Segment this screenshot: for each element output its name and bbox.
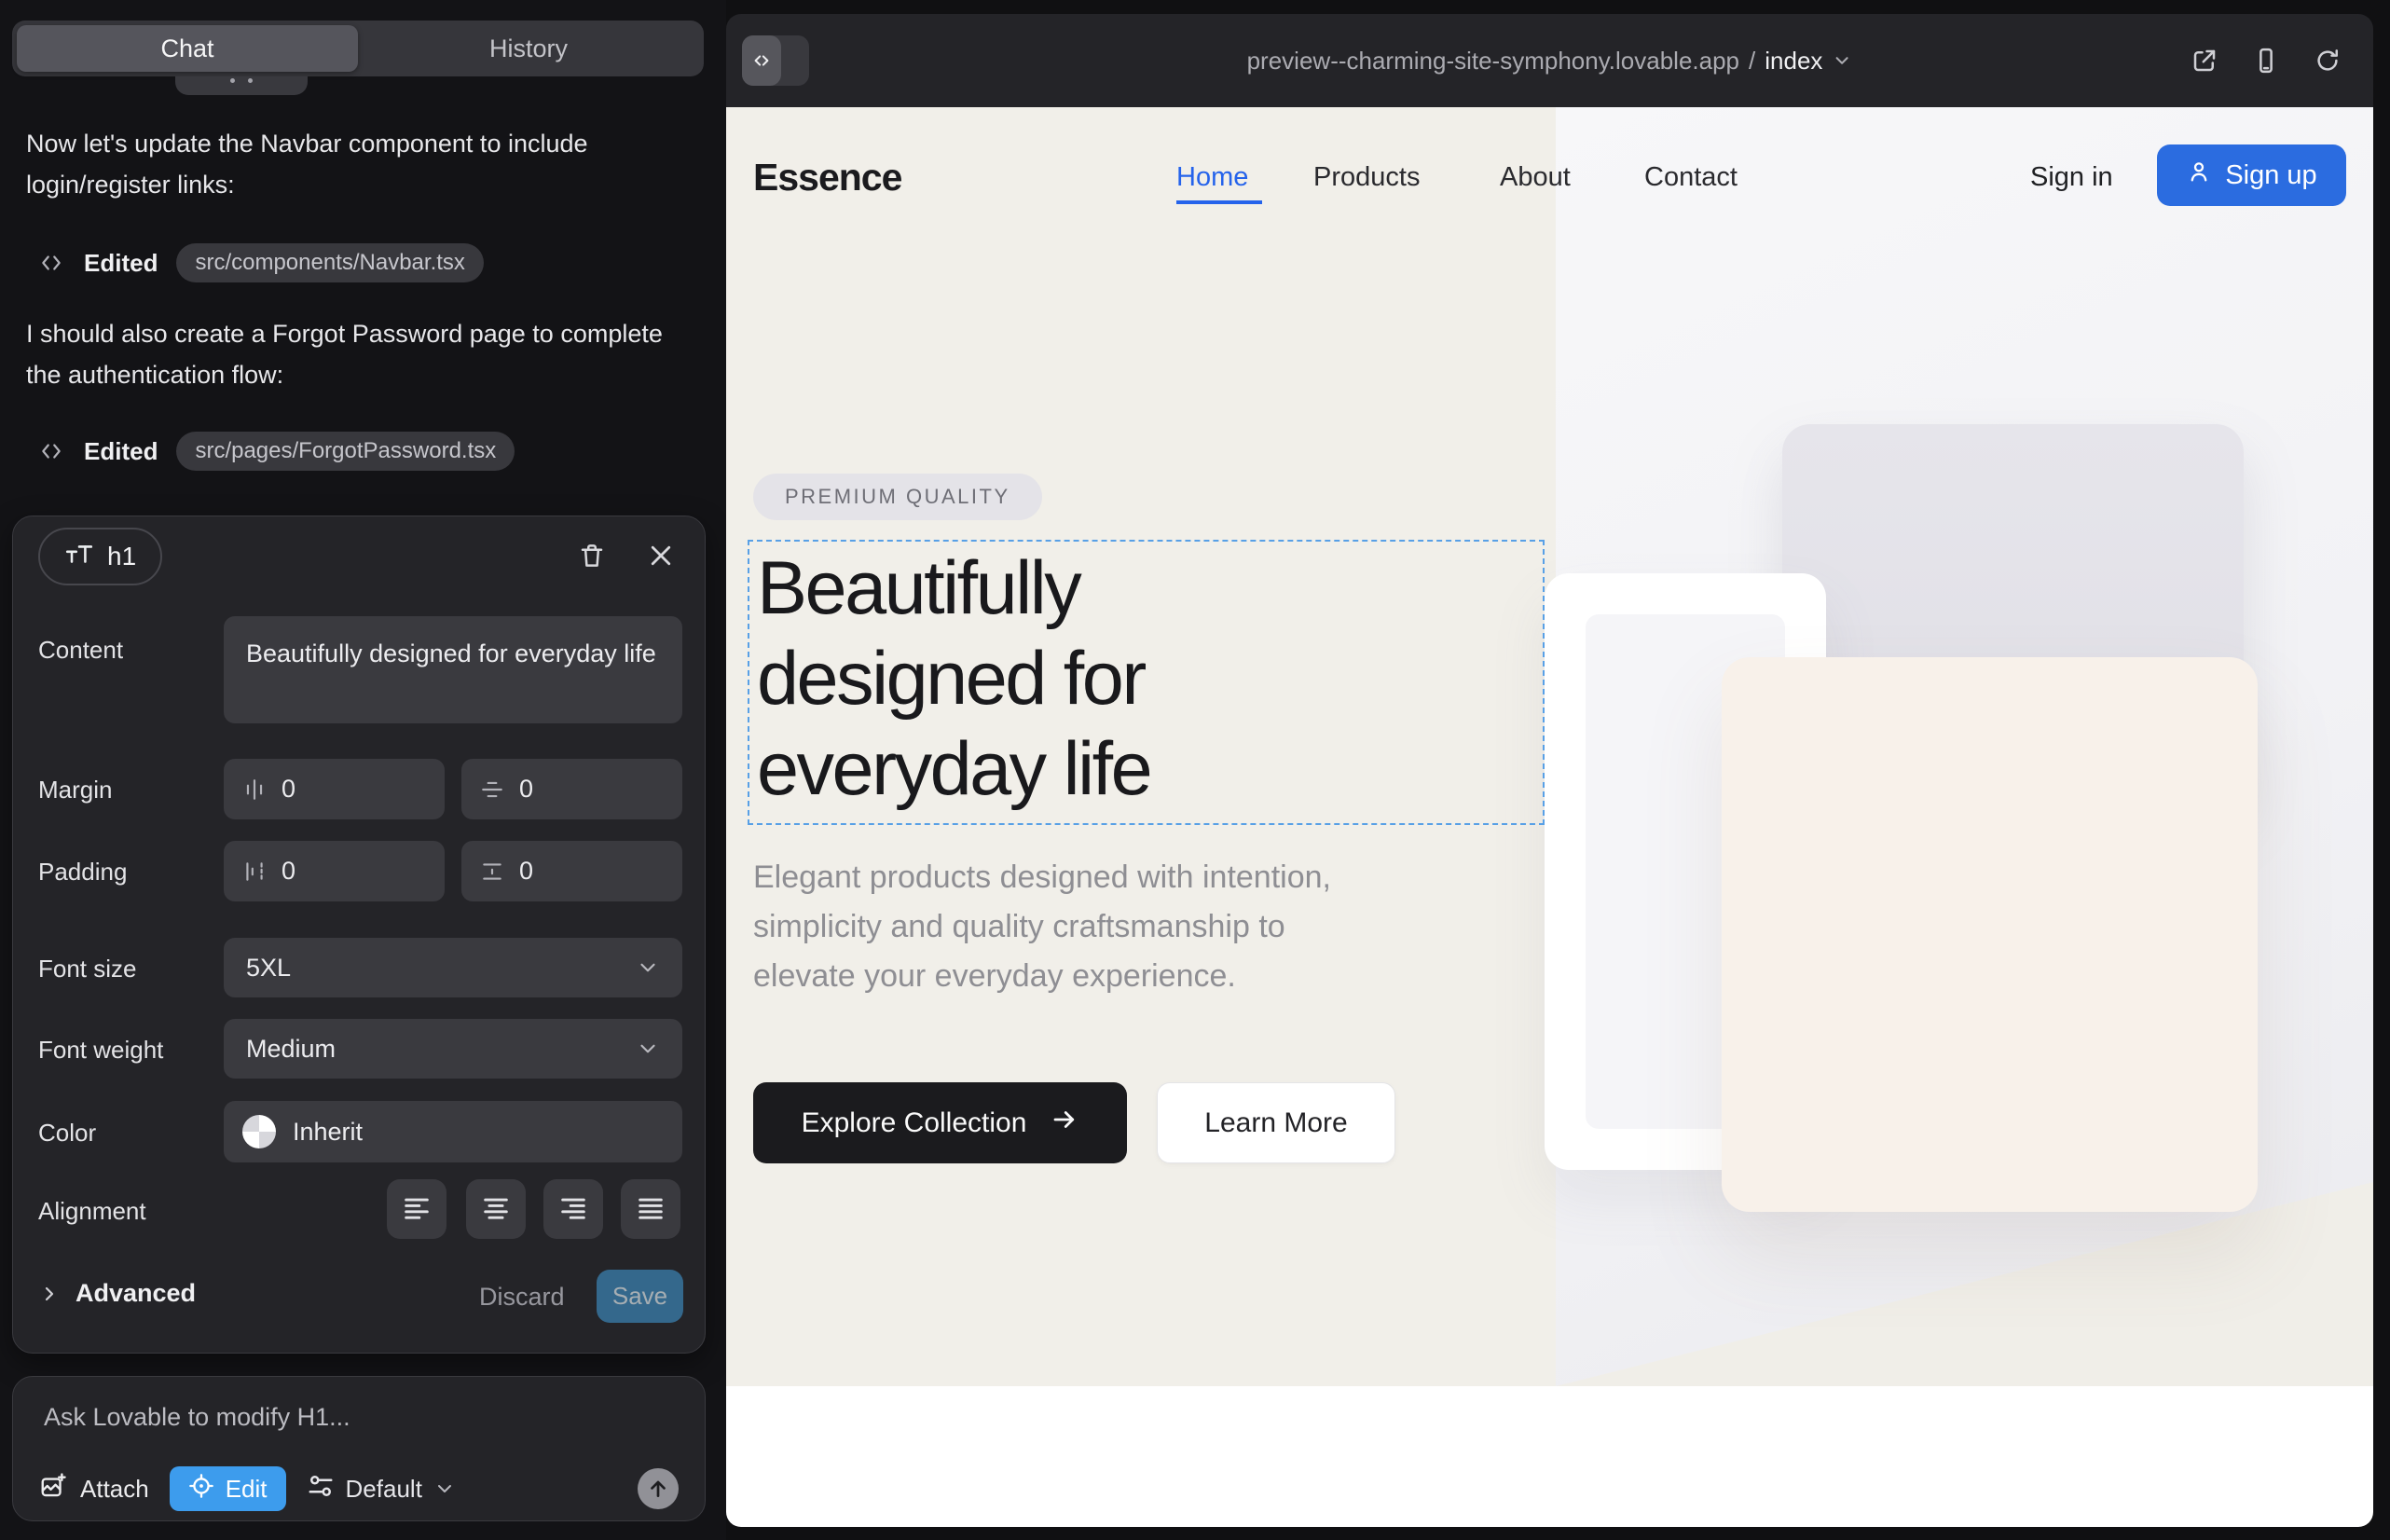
margin-y-input[interactable]: 0 <box>461 759 682 819</box>
margin-horizontal-icon <box>242 777 267 802</box>
chevron-down-icon <box>636 1037 660 1061</box>
tab-chat[interactable]: Chat <box>17 25 358 72</box>
url-host: preview--charming-site-symphony.lovable.… <box>1247 47 1739 76</box>
element-tag-name: h1 <box>107 542 136 571</box>
sign-in-button[interactable]: Sign in <box>2030 107 2113 247</box>
premium-quality-badge: PREMIUM QUALITY <box>753 474 1042 520</box>
browser-toolbar: preview--charming-site-symphony.lovable.… <box>726 14 2373 107</box>
open-external-icon[interactable] <box>2191 47 2218 75</box>
close-icon[interactable] <box>641 536 680 575</box>
edit-mode-button[interactable]: Edit <box>170 1466 286 1511</box>
edited-label: Edited <box>84 437 158 466</box>
padding-y-input[interactable]: 0 <box>461 841 682 901</box>
edited-file-row: Edited src/components/Navbar.tsx <box>37 242 484 283</box>
align-justify-button[interactable] <box>621 1179 680 1239</box>
assistant-message: Now let's update the Navbar component to… <box>26 123 688 205</box>
font-weight-label: Font weight <box>38 1036 163 1065</box>
hero-section: Essence Home Products About Contact Sign… <box>726 107 2373 1386</box>
decorative-card-cream <box>1722 657 2258 1212</box>
send-button[interactable] <box>638 1468 679 1509</box>
user-icon <box>2186 158 2212 192</box>
margin-label: Margin <box>38 776 112 804</box>
arrow-right-icon <box>1051 1106 1078 1141</box>
file-badge[interactable]: src/pages/ForgotPassword.tsx <box>176 432 515 471</box>
font-size-select[interactable]: 5XL <box>224 938 682 997</box>
edited-file-row: Edited src/pages/ForgotPassword.tsx <box>37 431 515 472</box>
code-icon <box>37 251 65 275</box>
model-select[interactable]: Default <box>307 1472 456 1506</box>
chevron-down-icon <box>433 1478 456 1500</box>
content-input[interactable]: Beautifully designed for everyday life <box>224 616 682 723</box>
url-separator: / <box>1749 47 1755 76</box>
delete-element-button[interactable] <box>572 536 611 575</box>
composer-toolbar: Attach Edit Default <box>39 1465 679 1512</box>
content-label: Content <box>38 636 123 665</box>
selected-element-tag: h1 <box>38 528 162 585</box>
nav-link-contact[interactable]: Contact <box>1644 107 1738 247</box>
discard-button[interactable]: Discard <box>479 1283 565 1312</box>
code-icon <box>37 439 65 463</box>
margin-vertical-icon <box>480 777 504 802</box>
edited-label: Edited <box>84 249 158 278</box>
attach-button[interactable]: Attach <box>39 1472 149 1506</box>
font-size-label: Font size <box>38 955 137 983</box>
color-swatch <box>242 1115 276 1148</box>
target-icon <box>188 1473 214 1506</box>
padding-vertical-icon <box>480 859 504 884</box>
url-path: index <box>1765 47 1822 76</box>
align-center-button[interactable] <box>466 1179 526 1239</box>
padding-label: Padding <box>38 858 127 887</box>
site-logo[interactable]: Essence <box>753 107 901 247</box>
sliders-icon <box>307 1472 335 1506</box>
align-left-button[interactable] <box>387 1179 446 1239</box>
advanced-toggle[interactable]: Advanced <box>38 1279 196 1308</box>
explore-collection-button[interactable]: Explore Collection <box>753 1082 1127 1163</box>
font-weight-select[interactable]: Medium <box>224 1019 682 1079</box>
hero-headline[interactable]: Beautifully designed for everyday life <box>757 543 1150 815</box>
toolbar-actions <box>2191 14 2342 107</box>
lovable-app: Chat History Now let's update the Navbar… <box>0 0 2390 1540</box>
chevron-down-icon <box>1832 50 1852 71</box>
padding-horizontal-icon <box>242 859 267 884</box>
padding-x-input[interactable]: 0 <box>224 841 445 901</box>
color-label: Color <box>38 1119 96 1148</box>
code-view-toggle[interactable] <box>742 35 809 86</box>
site-viewport: Essence Home Products About Contact Sign… <box>726 107 2373 1527</box>
assistant-message: I should also create a Forgot Password p… <box>26 313 688 395</box>
active-nav-underline <box>1176 200 1262 204</box>
sidebar-tabs: Chat History <box>12 21 704 76</box>
nav-link-about[interactable]: About <box>1500 107 1571 247</box>
alignment-label: Alignment <box>38 1197 146 1226</box>
chat-sidebar: Chat History Now let's update the Navbar… <box>0 0 726 1540</box>
attach-image-icon <box>39 1472 67 1506</box>
align-right-button[interactable] <box>543 1179 603 1239</box>
code-icon <box>742 35 781 86</box>
save-button[interactable]: Save <box>597 1270 683 1323</box>
nav-link-home[interactable]: Home <box>1176 107 1248 247</box>
scrolled-message-pill <box>175 76 308 95</box>
composer-input[interactable]: Ask Lovable to modify H1... <box>44 1403 350 1432</box>
preview-browser-window: preview--charming-site-symphony.lovable.… <box>726 14 2373 1527</box>
sign-up-button[interactable]: Sign up <box>2157 144 2346 206</box>
hero-description: Elegant products designed with intention… <box>753 853 1331 1001</box>
chat-composer: Ask Lovable to modify H1... Attach Edit <box>12 1376 706 1521</box>
file-badge[interactable]: src/components/Navbar.tsx <box>176 243 483 282</box>
element-editor-panel: h1 Content Beautifully designed for ever… <box>12 516 706 1354</box>
chevron-right-icon <box>38 1283 61 1305</box>
color-select[interactable]: Inherit <box>224 1101 682 1162</box>
margin-x-input[interactable]: 0 <box>224 759 445 819</box>
refresh-icon[interactable] <box>2314 47 2342 75</box>
tab-history[interactable]: History <box>358 25 699 72</box>
type-icon <box>64 543 94 571</box>
learn-more-button[interactable]: Learn More <box>1157 1082 1395 1163</box>
url-bar[interactable]: preview--charming-site-symphony.lovable.… <box>1247 14 1853 107</box>
nav-link-products[interactable]: Products <box>1313 107 1420 247</box>
chevron-down-icon <box>636 956 660 980</box>
mobile-view-icon[interactable] <box>2252 47 2280 75</box>
site-navbar: Essence Home Products About Contact Sign… <box>726 107 2373 247</box>
